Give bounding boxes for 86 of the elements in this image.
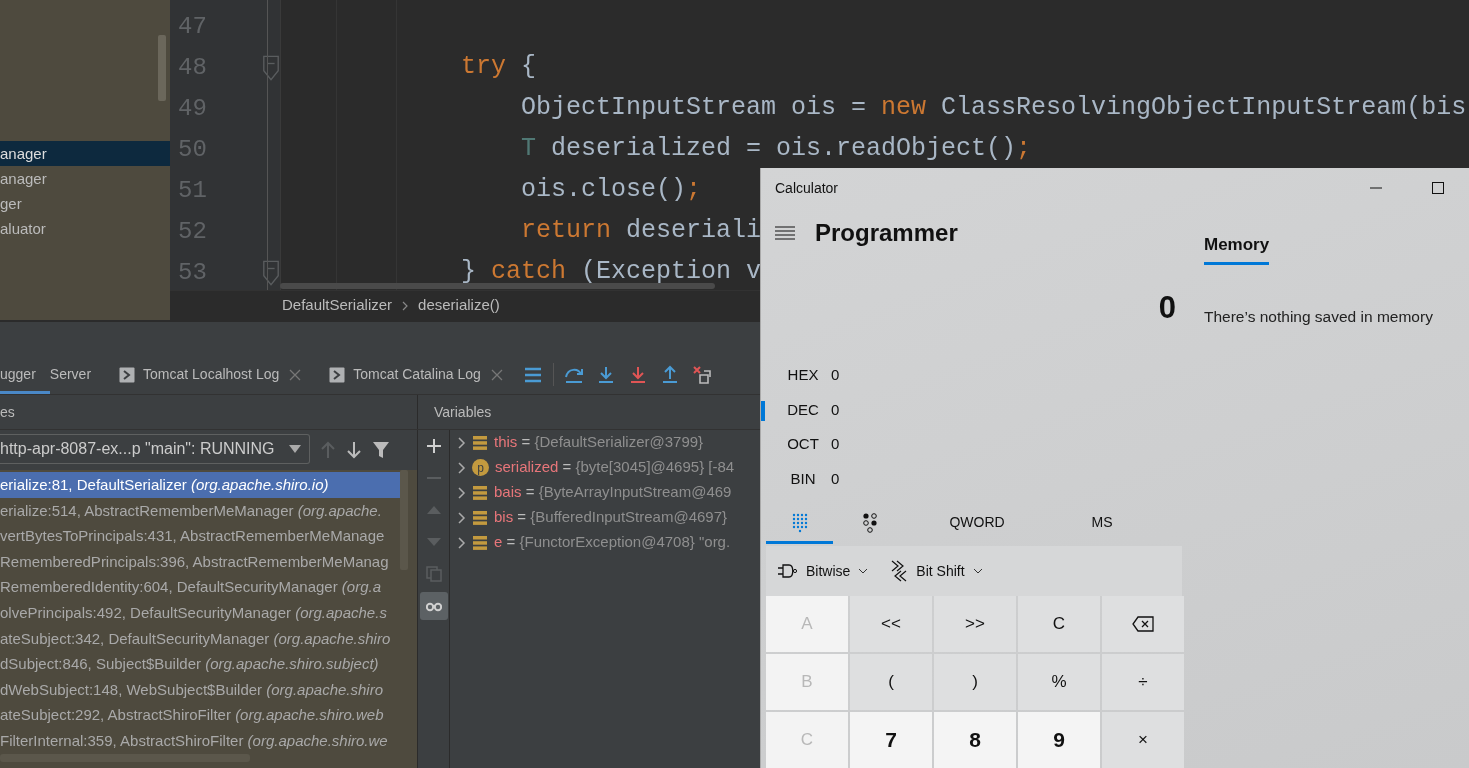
key-button[interactable]: >> [934, 596, 1016, 652]
key-button[interactable] [1102, 596, 1184, 652]
filter-icon[interactable] [372, 441, 390, 459]
caret-icon [858, 568, 869, 574]
display-value: 0 [1158, 288, 1176, 327]
field-icon [472, 534, 488, 551]
key-button[interactable]: C [1018, 596, 1100, 652]
variable-entry[interactable]: e = {FunctorException@4708} "org. [494, 531, 731, 554]
stack-frame[interactable]: ateSubject:342, DefaultSecurityManager (org.apache.shiro [0, 625, 400, 652]
caret-icon [289, 445, 301, 453]
tree-item[interactable]: ger [0, 191, 170, 216]
code-line: try { [461, 52, 537, 81]
stack-frame[interactable]: erialize:81, DefaultSerializer (org.apache.shiro.io) [0, 472, 400, 498]
radix-row[interactable]: HEX 0 [761, 358, 1182, 393]
key-button[interactable]: ) [934, 654, 1016, 710]
key-button[interactable]: % [1018, 654, 1100, 710]
keypad-icon [791, 512, 808, 533]
add-icon[interactable] [425, 438, 442, 454]
stack-frame[interactable]: erialize:514, AbstractRememberMeManager (org.apache. [0, 497, 400, 524]
scrollbar [158, 35, 166, 101]
tab[interactable]: Tomcat Catalina Log [315, 355, 495, 394]
console-icon [329, 366, 346, 383]
stack-frame[interactable]: dWebSubject:148, WebSubject$Builder (org.apache.shiro [0, 676, 400, 703]
code-line: ObjectInputStream ois = new ClassResolvingObjectInputStream(bis [521, 93, 1467, 122]
variable-entry[interactable]: this = {DefaultSerializer@3799} [494, 431, 704, 454]
bit-toggle-icon [862, 512, 878, 533]
key-button[interactable]: 9 [1018, 712, 1100, 768]
stack-frame[interactable]: RememberedPrincipals:396, AbstractRememberMeManag [0, 548, 400, 575]
code-line: T deserialized = ois.readObject(); [521, 134, 1032, 163]
variable-entry[interactable]: serialized = {byte[3045]@4695} [-84 [495, 456, 735, 479]
caret-icon [972, 568, 983, 574]
code-line: } catch (Exception v [461, 257, 762, 286]
parameter-icon: p [472, 459, 489, 476]
breadcrumb-item[interactable]: DefaultSerializer [282, 294, 393, 317]
stack-frame[interactable]: RememberedIdentity:604, DefaultSecurityManager (org.a [0, 574, 400, 600]
variable-entry[interactable]: bis = {BufferedInputStream@4697} [494, 506, 728, 529]
stack-frame[interactable]: olvePrincipals:492, DefaultSecurityManager (org.apache.s [0, 599, 400, 626]
radix-row[interactable]: DEC 0 [761, 392, 1182, 427]
stack-frame[interactable]: dSubject:846, Subject$Builder (org.apache.shiro.subject) [0, 651, 400, 677]
mode-title: Programmer [815, 218, 958, 248]
chevron-icon [402, 300, 409, 311]
chevrons-icon [890, 560, 909, 582]
menu-button[interactable] [775, 226, 795, 240]
down-arrow-icon[interactable] [346, 441, 362, 459]
logic-gate-icon [778, 564, 798, 578]
field-icon [472, 434, 488, 451]
code-line: return deseriali [521, 216, 762, 245]
tab[interactable]: Server [49, 355, 106, 394]
menu-icon [775, 226, 795, 240]
radix-row[interactable]: OCT 0 [761, 427, 1182, 462]
dropdown-button[interactable]: Bit Shift [890, 560, 983, 582]
variable-entry[interactable]: bais = {ByteArrayInputStream@469 [494, 481, 732, 504]
dropdown-button[interactable]: Bitwise [778, 560, 869, 582]
tree-item[interactable]: anager [0, 166, 170, 191]
memory-message: There’s nothing saved in memory [1204, 306, 1434, 327]
keypad-tab[interactable]: QWORD [907, 504, 1047, 544]
tab[interactable]: Tomcat Localhost Log [105, 355, 294, 394]
field-icon [472, 509, 488, 526]
close-icon[interactable] [289, 368, 302, 381]
key-button[interactable]: 7 [850, 712, 932, 768]
window-title: Calculator [775, 178, 839, 198]
thread-dropdown[interactable]: http-apr-8087-ex...p "main": RUNNING [0, 434, 310, 464]
code-line: ois.close(); [521, 175, 702, 204]
drop-frame-icon[interactable] [691, 364, 712, 385]
close-icon[interactable] [490, 368, 503, 381]
field-icon [472, 484, 488, 501]
stack-frame[interactable]: vertBytesToPrincipals:431, AbstractRememberMeManage [0, 523, 400, 549]
tree-item[interactable]: anager [0, 141, 170, 166]
radix-row[interactable]: BIN 0 [761, 461, 1182, 496]
backspace-icon [1132, 616, 1154, 632]
maximize-icon [1432, 182, 1444, 194]
key-button[interactable]: << [850, 596, 932, 652]
key-button[interactable]: 8 [934, 712, 1016, 768]
console-icon [119, 366, 136, 383]
key-button[interactable]: × [1102, 712, 1184, 768]
keypad-tab[interactable]: MS [1047, 504, 1157, 544]
tab[interactable]: ugger [0, 355, 50, 394]
memory-tab[interactable]: Memory [1204, 222, 1270, 265]
stack-frame[interactable]: FilterInternal:359, AbstractShiroFilter (org.apache.shiro.we [0, 727, 400, 754]
panel-title: Variables [434, 402, 492, 422]
stack-frame[interactable]: ateSubject:292, AbstractShiroFilter (org.apache.shiro.web [0, 702, 400, 728]
breadcrumb-item[interactable]: deserialize() [418, 294, 500, 317]
key-button[interactable]: ( [850, 654, 932, 710]
key-button[interactable]: ÷ [1102, 654, 1184, 710]
tree-item[interactable]: aluator [0, 216, 170, 241]
panel-title: es [0, 402, 15, 422]
